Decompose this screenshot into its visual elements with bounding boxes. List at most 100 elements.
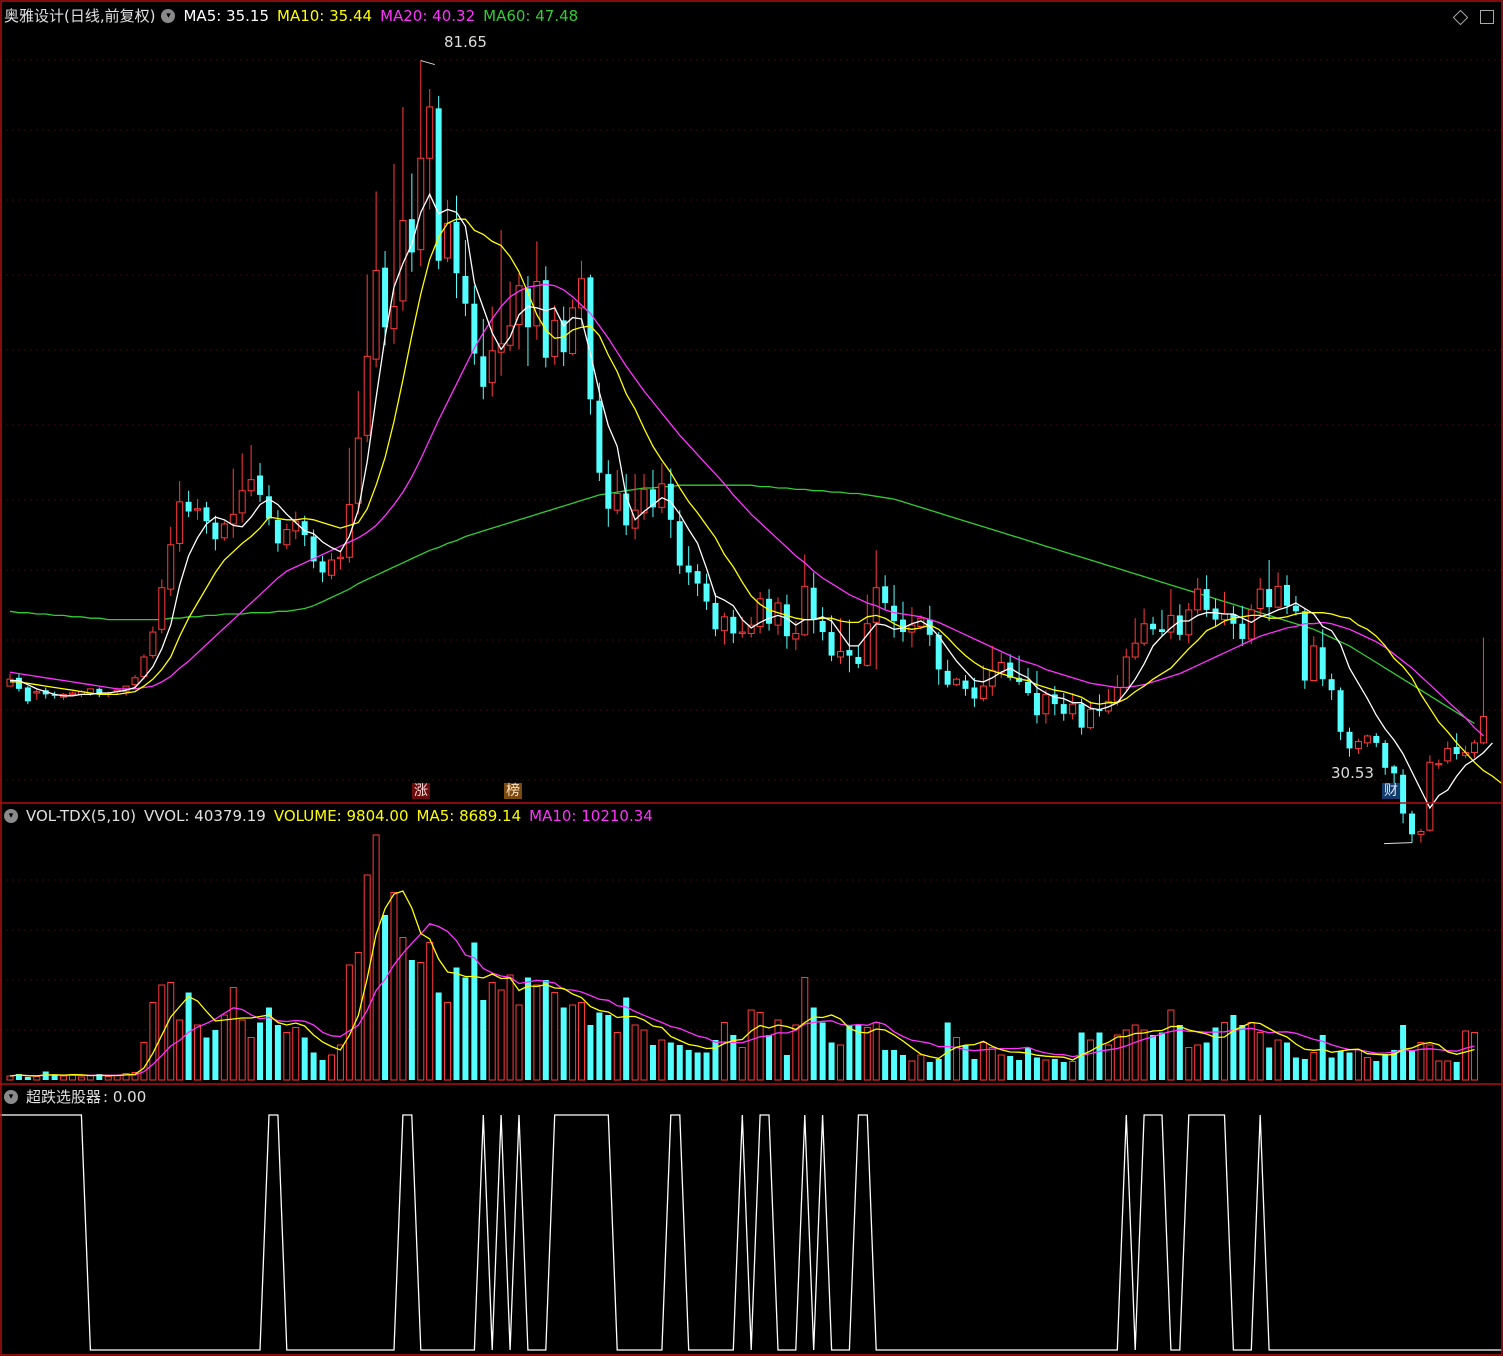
candle-body-up (1417, 831, 1425, 835)
volume-bar-up (229, 987, 237, 1081)
volume-bar-up (836, 1044, 844, 1081)
volume-bar-up (515, 1004, 523, 1081)
candle-body-down (542, 280, 549, 358)
candle-body-up (354, 437, 362, 504)
volume-bar-down (1382, 1054, 1389, 1080)
volume-bar-up (1274, 1039, 1282, 1081)
candle-body-down (1400, 774, 1407, 814)
candle-body-down (453, 221, 460, 274)
volume-bar-up (640, 1029, 648, 1081)
indicator-settings-icon[interactable]: ▾ (4, 1089, 18, 1104)
candle-body-down (274, 519, 281, 544)
candle-body-down (900, 619, 906, 633)
candle-body-up (140, 656, 148, 677)
candle-body-down (1078, 704, 1085, 728)
volume-bar-up (1363, 1057, 1371, 1081)
candle-body-up (390, 305, 398, 330)
volume-bar-down (1283, 1042, 1290, 1080)
volume-bar-down (310, 1052, 317, 1080)
candle-body-up (1479, 716, 1487, 744)
candle-body-down (1176, 615, 1183, 635)
stock-chart-canvas[interactable] (0, 0, 1503, 1356)
volume-bar-up (283, 1032, 291, 1081)
volume-bar-down (1409, 1050, 1416, 1080)
candle-body-up (1194, 588, 1202, 611)
volume-bar-down (828, 1042, 835, 1080)
candle-body-down (1453, 747, 1460, 754)
volume-bar-down (471, 942, 478, 1080)
volume-bar-down (1158, 1032, 1165, 1080)
candle-body-up (1247, 609, 1255, 640)
indicator-name: 超跌选股器 (26, 1088, 102, 1106)
volume-bar-up (1471, 1032, 1479, 1081)
candle-body-up (363, 355, 371, 436)
volume-bar-up (444, 1002, 452, 1081)
candle-body-up (953, 678, 961, 686)
volume-ma10-label: MA10: 10210.34 (529, 807, 653, 825)
volume-bar-up (997, 1054, 1005, 1081)
volume-bar-down (1051, 1059, 1058, 1080)
candle-body-down (971, 687, 978, 699)
ma60-line (9, 484, 1475, 725)
candle-body-down (24, 687, 31, 702)
volume-bar-up (426, 942, 434, 1081)
volume-settings-icon[interactable]: ▾ (4, 808, 18, 823)
volume-bar-up (569, 1004, 577, 1081)
stock-title: 奥雅设计(日线,前复权) (4, 7, 156, 25)
volume-bar-up (194, 1024, 202, 1081)
volume-bar-down (605, 1015, 612, 1080)
volume-bar-down (819, 1022, 826, 1080)
candle-body-up (194, 508, 202, 511)
candle-body-up (158, 587, 166, 630)
volume-bar-down (1239, 1025, 1246, 1080)
volume-bar-down (1033, 1057, 1040, 1080)
volume-bar-up (247, 1037, 255, 1081)
volume-bar-down (462, 977, 469, 1080)
volume-bar-up (167, 982, 175, 1081)
volume-bar-up (158, 984, 166, 1081)
candle-body-up (238, 490, 246, 514)
volume-bar-up (1426, 1044, 1434, 1081)
volume-bar-up (77, 1076, 85, 1081)
finance-tag[interactable]: 财 (1382, 783, 1400, 799)
volume-bar-down (1328, 1057, 1335, 1080)
candle-body-down (1203, 589, 1210, 610)
candle-body-down (1409, 813, 1416, 835)
volume-bar-down (51, 1075, 58, 1080)
volume-bar-down (1266, 1047, 1273, 1080)
volume-bar-down (382, 915, 389, 1080)
candle-body-up (1087, 709, 1095, 729)
candle-body-up (720, 616, 728, 632)
candle-body-up (372, 269, 380, 360)
volume-bar-up (1247, 1022, 1255, 1081)
settings-icon[interactable]: ▾ (161, 8, 176, 23)
volume-bar-down (24, 1077, 31, 1080)
volume-bar-up (979, 1042, 987, 1081)
volume-bar-down (212, 1030, 219, 1080)
volume-bar-down (453, 967, 460, 1080)
volume-bar-up (140, 1042, 148, 1081)
candle-body-down (471, 303, 478, 354)
candle-body-up (1471, 742, 1479, 754)
candle-body-up (863, 623, 871, 666)
candle-body-up (1354, 741, 1362, 749)
candle-body-down (766, 598, 773, 624)
candle-body-down (1292, 605, 1299, 612)
volume-bar-down (185, 992, 192, 1080)
volume-bar-up (1069, 1061, 1077, 1081)
volume-bar-up (720, 1022, 728, 1081)
volume-bar-up (1462, 1030, 1470, 1081)
limit-up-tag[interactable]: 涨 (412, 783, 430, 799)
ranking-tag[interactable]: 榜 (504, 783, 522, 799)
candle-body-down (1319, 647, 1326, 680)
candle-body-up (131, 677, 139, 686)
volume-bar-up (863, 1027, 871, 1081)
close-icon[interactable] (1480, 10, 1494, 24)
candle-body-down (1060, 704, 1067, 714)
candle-body-down (694, 571, 701, 584)
candle-body-down (1328, 679, 1335, 691)
volume-bar-down (694, 1052, 701, 1080)
volume-bar-up (533, 984, 541, 1081)
grid-lines (0, 59, 1503, 1031)
candle-body-up (167, 544, 175, 590)
